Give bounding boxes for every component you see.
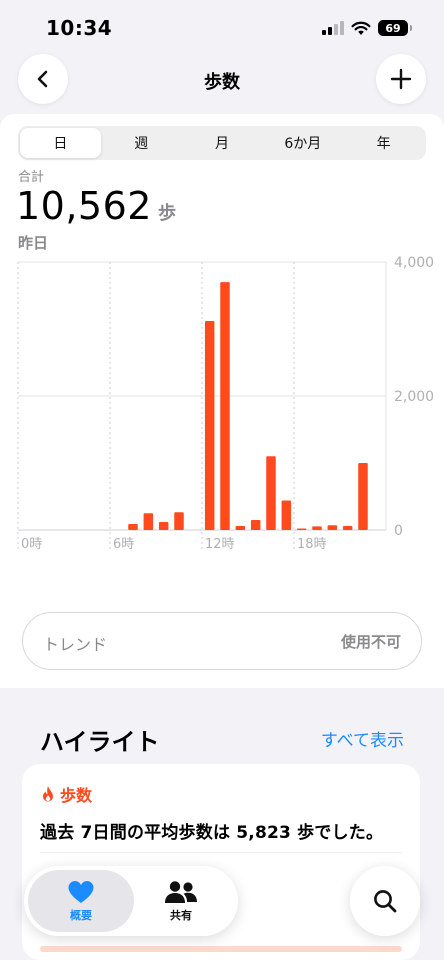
total-value: 10,562 歩	[16, 184, 176, 228]
range-tab-month[interactable]: 月	[182, 128, 263, 158]
bar-hour-19	[312, 526, 322, 530]
flame-icon	[43, 786, 53, 802]
bar-hour-7	[128, 523, 138, 530]
status-bar: 10:34 69	[0, 0, 444, 56]
x-tick-label: 12時	[205, 537, 235, 552]
highlight-tag-label: 歩数	[60, 786, 93, 805]
bar-hour-20	[327, 525, 338, 530]
bar-hour-12	[204, 320, 215, 530]
total-steps-unit: 歩	[157, 203, 176, 224]
y-tick-label: 4,000	[394, 255, 434, 271]
steps-card: 日 週 月 6か月 年 合計 10,562 歩 昨日 4,000 2,000 0 0時…	[0, 114, 444, 688]
battery-icon: 69	[378, 20, 412, 36]
nav-bar: 歩数	[0, 52, 444, 114]
tab-sharing-label: 共有	[170, 908, 192, 922]
bar-hour-9	[158, 521, 169, 530]
total-label: 合計	[18, 170, 45, 185]
bar-hour-16	[266, 456, 276, 530]
total-steps-number: 10,562	[16, 184, 152, 228]
range-tab-day[interactable]: 日	[20, 128, 101, 158]
bar-hour-15	[250, 519, 261, 530]
highlight-text: 過去 7日間の平均歩数は 5,823 歩でした。	[40, 823, 384, 843]
x-tick-label: 18時	[297, 537, 327, 552]
highlight-tag: 歩数	[40, 782, 92, 806]
date-label: 昨日	[18, 234, 49, 252]
tab-summary[interactable]: 概要	[28, 870, 134, 932]
add-data-button[interactable]	[376, 54, 426, 104]
status-icons: 69	[322, 20, 412, 36]
y-tick-label: 2,000	[394, 389, 434, 405]
see-all-link[interactable]: すべて表示	[321, 726, 404, 751]
tab-bar: 概要 共有	[24, 866, 238, 936]
plus-icon	[390, 68, 412, 90]
bar-hour-18	[296, 528, 307, 530]
trend-row[interactable]: トレンド 使用不可	[22, 612, 422, 670]
wifi-icon	[351, 21, 371, 35]
bar-hour-17	[281, 500, 292, 530]
highlight-chart-strip	[40, 946, 402, 952]
divider	[40, 852, 402, 853]
range-segmented-control: 日 週 月 6か月 年	[18, 126, 426, 160]
bar-hour-10	[174, 512, 184, 530]
range-tab-year[interactable]: 年	[343, 128, 424, 158]
tab-sharing[interactable]: 共有	[128, 870, 234, 932]
tab-summary-label: 概要	[70, 908, 92, 922]
steps-bar-chart[interactable]: 4,000 2,000 0 0時 6時 12時 18時	[0, 254, 444, 554]
y-tick-label: 0	[394, 523, 403, 539]
bar-hour-22	[358, 463, 368, 530]
cellular-signal-icon	[322, 21, 344, 35]
search-button[interactable]	[350, 866, 420, 936]
x-tick-label: 0時	[21, 537, 42, 552]
status-time: 10:34	[46, 16, 113, 40]
range-tab-week[interactable]: 週	[101, 128, 182, 158]
trend-status: 使用不可	[340, 633, 401, 651]
bar-hour-13	[220, 282, 230, 530]
bar-hour-14	[235, 525, 246, 530]
people-icon	[165, 880, 197, 903]
search-icon	[374, 890, 397, 913]
range-tab-6months[interactable]: 6か月	[262, 128, 343, 158]
trend-label: トレンド	[43, 635, 108, 654]
heart-icon	[68, 880, 94, 903]
bar-hour-21	[342, 525, 353, 530]
highlights-title: ハイライト	[40, 728, 160, 756]
bar-hour-8	[143, 513, 154, 530]
x-tick-label: 6時	[113, 537, 134, 552]
